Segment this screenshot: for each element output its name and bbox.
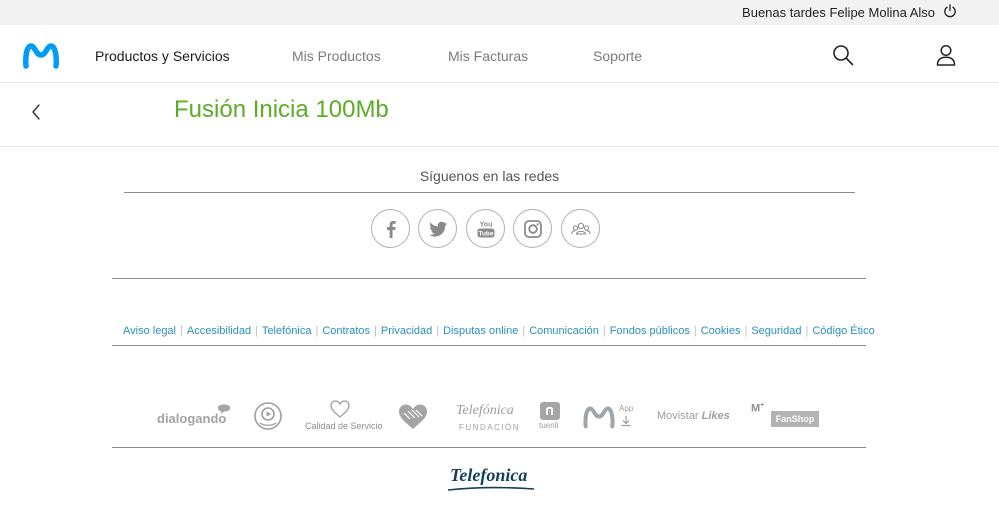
community-icon — [570, 222, 591, 234]
top-bar: Buenas tardes Felipe Molina Also — [0, 0, 999, 25]
search-icon[interactable] — [832, 44, 854, 66]
chevron-left-icon[interactable] — [29, 102, 43, 122]
likes-prefix: Movistar — [657, 410, 699, 422]
app-label: App — [619, 404, 634, 413]
main-nav: Productos y Servicios Mis Productos Mis … — [0, 25, 999, 83]
nav-item-soporte[interactable]: Soporte — [593, 48, 642, 64]
footer-link-accesibilidad[interactable]: Accesibilidad — [187, 325, 251, 337]
section-divider — [112, 278, 866, 279]
heart-outline-icon — [330, 400, 350, 418]
social-divider — [124, 192, 855, 193]
footer-link-telefonica[interactable]: Telefónica — [262, 325, 312, 337]
calidad-label: Calidad de Servicio — [305, 421, 383, 431]
likes-suffix: Likes — [701, 410, 730, 422]
user-icon[interactable] — [935, 44, 957, 66]
footer-link-comunicacion[interactable]: Comunicación — [529, 325, 599, 337]
fundacion-label: FUNDACIÓN — [459, 423, 521, 432]
twitter-icon — [428, 221, 447, 237]
dialogando-label: dialogando — [157, 411, 227, 426]
telefonica-brand-text: Telefonica — [450, 465, 528, 485]
community-link[interactable] — [561, 209, 600, 248]
footer-link-codigo-etico[interactable]: Código Ético — [812, 325, 874, 337]
facebook-link[interactable] — [371, 209, 410, 248]
footer-link-privacidad[interactable]: Privacidad — [381, 325, 432, 337]
fanshop-logo[interactable]: M+ FanShop — [751, 402, 819, 428]
instagram-link[interactable] — [513, 209, 552, 248]
footer-link-aviso-legal[interactable]: Aviso legal — [123, 325, 176, 337]
svg-text:Tube: Tube — [478, 230, 493, 237]
dialogando-logo[interactable]: dialogando — [157, 404, 230, 428]
telefonica-swoosh — [447, 486, 535, 491]
greeting-text: Buenas tardes Felipe Molina Also — [742, 5, 935, 20]
nav-item-mis-facturas[interactable]: Mis Facturas — [448, 48, 528, 64]
social-heading: Síguenos en las redes — [419, 168, 560, 184]
footer-link-disputas-online[interactable]: Disputas online — [443, 325, 518, 337]
download-icon — [621, 416, 631, 427]
movistar-plus-mark: M+ — [751, 402, 765, 415]
page-title-bar: Fusión Inicia 100Mb — [0, 83, 999, 147]
page-title: Fusión Inicia 100Mb — [174, 96, 389, 123]
handshake-heart-icon[interactable] — [398, 403, 428, 430]
facebook-icon — [386, 220, 396, 238]
nav-item-mis-productos[interactable]: Mis Productos — [292, 48, 381, 64]
movistar-likes-logo[interactable]: Movistar Likes — [657, 410, 730, 422]
partners-divider — [112, 447, 866, 448]
links-divider — [112, 345, 866, 346]
footer-link-fondos-publicos[interactable]: Fondos públicos — [610, 325, 690, 337]
svg-text:You: You — [479, 221, 492, 228]
movistar-app-logo[interactable]: App — [583, 403, 635, 431]
tuenti-label: tuenti — [539, 421, 559, 430]
footer-link-cookies[interactable]: Cookies — [701, 325, 741, 337]
twitter-link[interactable] — [418, 209, 457, 248]
nav-item-productos-y-servicios[interactable]: Productos y Servicios — [95, 48, 230, 64]
footer-link-contratos[interactable]: Contratos — [322, 325, 370, 337]
power-icon[interactable] — [942, 3, 958, 19]
compromiso-seal-icon[interactable] — [253, 401, 283, 431]
fanshop-label: FanShop — [771, 411, 819, 427]
movistar-mark-icon — [583, 406, 615, 429]
instagram-icon — [523, 219, 542, 238]
speech-bubble-icon — [218, 404, 230, 414]
telefonica-logo[interactable]: Telefonica — [446, 465, 536, 495]
youtube-icon: You Tube — [477, 221, 494, 237]
movistar-logo[interactable] — [23, 42, 59, 69]
footer-link-seguridad[interactable]: Seguridad — [751, 325, 801, 337]
youtube-link[interactable]: You Tube — [466, 209, 505, 248]
footer-links: Aviso legal | Accesibilidad | Telefónica | Con… — [123, 325, 875, 337]
tuenti-icon — [540, 402, 560, 420]
calidad-de-servicio-logo[interactable]: Calidad de Servicio — [305, 399, 383, 433]
fundacion-brand: Telefónica — [456, 403, 514, 418]
